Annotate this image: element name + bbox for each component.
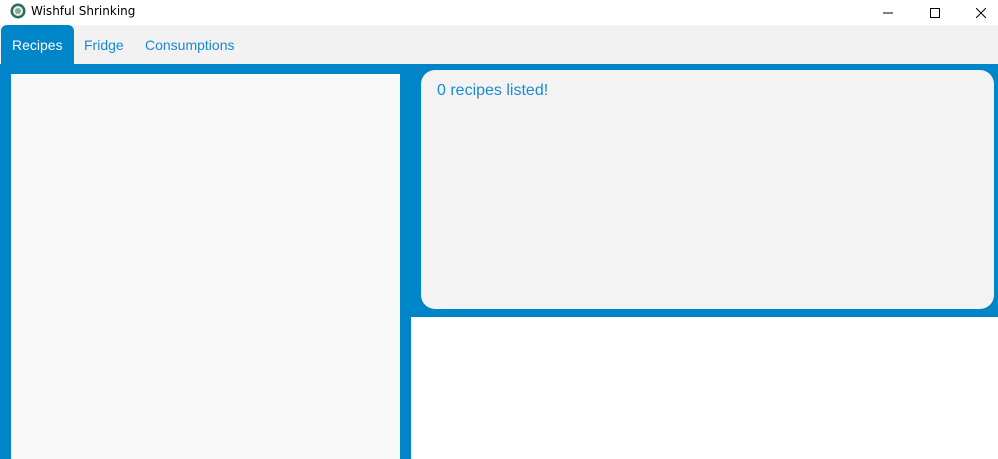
recipe-list-panel[interactable] <box>11 74 400 459</box>
close-button[interactable] <box>958 0 998 25</box>
close-icon <box>976 7 986 18</box>
window-title: Wishful Shrinking <box>31 4 136 18</box>
maximize-icon <box>930 7 940 18</box>
result-message: 0 recipes listed! <box>437 82 549 99</box>
title-bar: Wishful Shrinking <box>0 0 998 25</box>
tab-bar: Recipes Fridge Consumptions <box>0 25 998 64</box>
minimize-icon <box>883 8 893 18</box>
tab-fridge[interactable]: Fridge <box>84 25 124 64</box>
main-content: 0 recipes listed! <box>0 64 998 459</box>
tab-consumptions[interactable]: Consumptions <box>145 25 235 64</box>
app-logo-icon <box>10 3 26 19</box>
result-display: 0 recipes listed! <box>421 70 994 309</box>
maximize-button[interactable] <box>912 0 958 25</box>
minimize-button[interactable] <box>865 0 911 25</box>
tab-recipes[interactable]: Recipes <box>1 25 74 64</box>
detail-panel[interactable] <box>411 317 998 459</box>
app-window: Wishful Shrinking Recipes Fridge Consump… <box>0 0 998 459</box>
